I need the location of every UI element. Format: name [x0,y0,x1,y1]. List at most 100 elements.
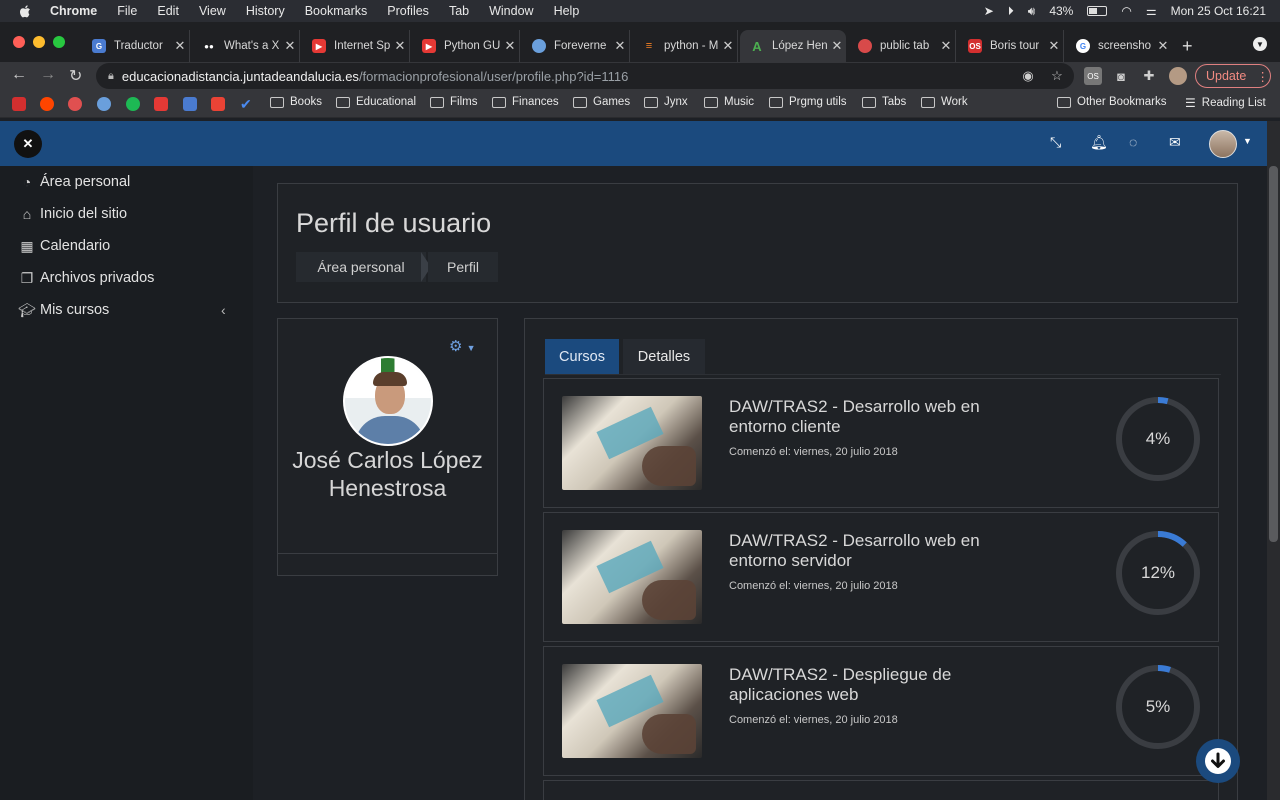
bookmark-folder-jynx[interactable]: Jynx [644,96,688,108]
close-tab-icon[interactable]: ✕ [937,38,955,54]
sidebar-item-calendario[interactable]: ▦ Calendario [18,237,110,255]
menubar-clock[interactable]: Mon 25 Oct 16:21 [1171,4,1266,18]
translate-bookmark-icon[interactable] [183,97,197,111]
close-tab-icon[interactable]: ✕ [1154,38,1172,54]
app-menu-chrome[interactable]: Chrome [50,4,97,18]
browser-tab[interactable]: G Traductor ✕ [82,30,190,62]
sidebar-item-archivos[interactable]: ❐ Archivos privados [18,269,155,287]
sidebar-item-mis-cursos[interactable]: 🎓︎ Mis cursos [18,301,109,319]
update-button[interactable]: Update ⋮ [1195,64,1271,88]
mail-icon[interactable]: ✉ [1169,134,1181,151]
browser-tab[interactable]: Foreverne ✕ [522,30,630,62]
close-tab-icon[interactable]: ✕ [1045,38,1063,54]
close-window-button[interactable] [13,36,25,48]
new-tab-icon[interactable]: + [1182,36,1193,57]
reload-icon[interactable]: ↻ [69,66,82,86]
bookmark-folder-educational[interactable]: Educational [336,96,416,108]
collapse-arrows-icon[interactable]: ⤡ [1050,134,1061,151]
bookmark-folder-books[interactable]: Books [270,96,322,108]
menu-edit[interactable]: Edit [157,4,179,18]
tab-cursos[interactable]: Cursos [545,339,619,374]
bookmark-folder-games[interactable]: Games [573,96,630,108]
scroll-down-button[interactable] [1196,739,1240,783]
minimize-window-button[interactable] [33,36,45,48]
breadcrumb-area-personal[interactable]: Área personal [296,252,426,282]
youtube-bookmark-icon[interactable] [154,97,168,111]
bookmark-folder-finances[interactable]: Finances [492,96,559,108]
camera-icon[interactable]: ◙ [1112,67,1130,85]
lock-icon[interactable]: 🔒︎ [108,70,114,83]
close-tab-icon[interactable]: ✕ [828,38,846,54]
course-image[interactable] [562,530,702,624]
other-bookmarks[interactable]: Other Bookmarks [1057,96,1166,108]
chevron-left-icon[interactable]: ‹ [221,302,226,318]
forward-arrow-icon[interactable]: → [40,66,56,84]
close-tab-icon[interactable]: ✕ [281,38,299,54]
bookmark-folder-prgmg-utils[interactable]: Prgmg utils [769,96,847,108]
breadcrumb-perfil[interactable]: Perfil [428,252,498,282]
address-bar[interactable]: 🔒︎ educacionadistancia.juntadeandalucia.… [96,63,1074,89]
os-bookmark-icon[interactable] [12,97,26,111]
close-tab-icon[interactable]: ✕ [611,38,629,54]
extensions-puzzle-icon[interactable]: ✚ [1140,67,1158,85]
bookmark-folder-work[interactable]: Work [921,96,968,108]
spotify-bookmark-icon[interactable] [126,97,140,111]
menu-help[interactable]: Help [554,4,580,18]
apple-icon[interactable] [18,3,32,19]
close-tab-icon[interactable]: ✕ [719,38,737,54]
close-tab-icon[interactable]: ✕ [171,38,189,54]
browser-tab[interactable]: ▶ Internet Sp ✕ [302,30,410,62]
wifi-icon[interactable]: ◠ [1121,4,1131,18]
browser-tab[interactable]: public tab ✕ [848,30,956,62]
browser-tab[interactable]: ≡ python - M ✕ [632,30,738,62]
gmail-bookmark-icon[interactable] [211,97,225,111]
play-circle-icon[interactable]: ⏵ [1008,4,1014,19]
course-image[interactable] [562,664,702,758]
sidebar-item-area-personal[interactable]: ◔ Área personal [18,173,131,191]
notification-bell-icon[interactable]: 🔔︎ [1090,134,1108,151]
chevron-down-icon[interactable]: ▼ [1243,136,1252,146]
course-card[interactable]: DAW/TRAS2 - Desarrollo web en entorno se… [543,512,1219,642]
close-tab-icon[interactable]: ✕ [391,38,409,54]
browser-tab[interactable]: ●● What's a X ✕ [192,30,300,62]
course-image[interactable] [562,396,702,490]
zoom-window-button[interactable] [53,36,65,48]
telegram-icon[interactable]: ➤ [984,4,994,18]
bookmark-folder-music[interactable]: Music [704,96,754,108]
menu-tab[interactable]: Tab [449,4,469,18]
reading-list[interactable]: ☰ Reading List [1185,96,1266,110]
bookmark-folder-films[interactable]: Films [430,96,477,108]
menu-view[interactable]: View [199,4,226,18]
course-card[interactable]: DAW/TRAS2 - Despliegue de aplicaciones w… [543,646,1219,776]
bookmark-folder-tabs[interactable]: Tabs [862,96,906,108]
browser-tab[interactable]: ▶ Python GU ✕ [412,30,520,62]
sidebar-item-inicio[interactable]: ⌂ Inicio del sitio [18,205,127,223]
profile-avatar-icon[interactable] [1169,67,1187,85]
course-card[interactable] [543,780,1219,800]
browser-tab[interactable]: Gscreensho ✕ [1066,30,1172,62]
scrollbar-thumb[interactable] [1269,166,1278,542]
browser-tab[interactable]: OS Boris tour ✕ [958,30,1064,62]
tab-search-icon[interactable]: ▼ [1253,37,1267,51]
chat-bubble-icon[interactable]: ◌ [1129,134,1137,150]
course-card[interactable]: DAW/TRAS2 - Desarrollo web en entorno cl… [543,378,1219,508]
volume-icon[interactable]: 🔊︎ [1028,4,1036,19]
course-title[interactable]: DAW/TRAS2 - Desarrollo web en entorno cl… [729,397,1029,437]
course-title[interactable]: DAW/TRAS2 - Desarrollo web en entorno se… [729,531,1029,571]
bookmark-star-icon[interactable]: ☆ [1048,67,1066,85]
close-drawer-button[interactable]: ✕ [14,130,42,158]
gear-icon[interactable]: ⚙ ▼ [449,337,476,355]
menu-history[interactable]: History [246,4,285,18]
user-avatar[interactable] [1209,130,1237,158]
menu-bookmarks[interactable]: Bookmarks [305,4,368,18]
close-tab-icon[interactable]: ✕ [501,38,519,54]
globe-bookmark-icon[interactable] [97,97,111,111]
battery-icon[interactable] [1087,6,1108,16]
control-center-icon[interactable]: ⚌ [1146,4,1157,18]
eye-icon[interactable]: ◉ [1019,67,1037,85]
reddit-bookmark-icon[interactable] [40,97,54,111]
menu-profiles[interactable]: Profiles [387,4,429,18]
page-scrollbar[interactable] [1267,121,1280,800]
course-title[interactable]: DAW/TRAS2 - Despliegue de aplicaciones w… [729,665,1029,705]
tab-detalles[interactable]: Detalles [623,339,705,374]
